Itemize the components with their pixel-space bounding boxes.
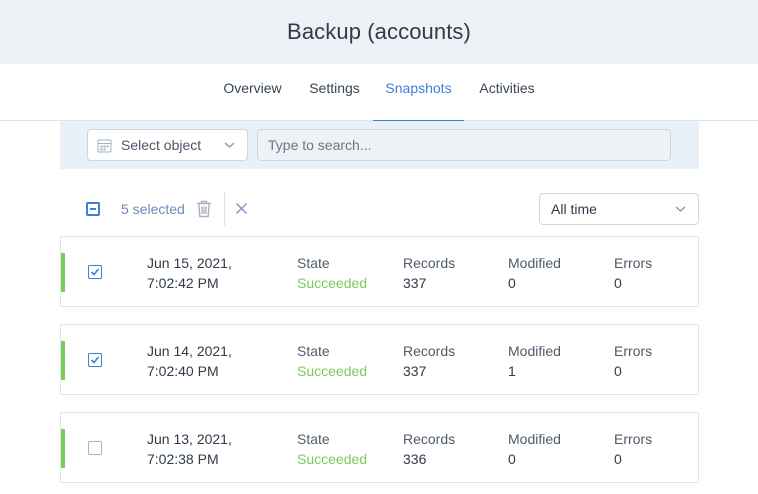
time-range-label: All time (551, 201, 597, 217)
modified-value: 1 (508, 363, 516, 379)
tab-bar: Overview Settings Snapshots Activities (0, 64, 758, 122)
state-value: Succeeded (297, 275, 368, 291)
modified-value: 0 (508, 275, 516, 291)
select-all-checkbox[interactable] (86, 202, 100, 216)
snapshot-date: Jun 14, 2021, 7:02:40 PM (147, 341, 232, 381)
snapshot-date-day: Jun 15, 2021, (147, 255, 232, 271)
state-value: Succeeded (297, 451, 368, 467)
status-indicator (61, 429, 65, 468)
tab-snapshots[interactable]: Snapshots (373, 64, 464, 122)
modified-column: Modified 0 (508, 429, 561, 469)
close-icon[interactable] (235, 202, 248, 215)
search-input[interactable] (257, 129, 671, 161)
row-checkbox[interactable] (88, 441, 102, 455)
state-label: State (297, 343, 330, 359)
snapshot-date-time: 7:02:40 PM (147, 363, 219, 379)
state-label: State (297, 431, 330, 447)
calendar-icon (97, 139, 112, 153)
chevron-down-icon (224, 142, 235, 148)
errors-column: Errors 0 (614, 253, 652, 293)
page-title: Backup (accounts) (287, 19, 471, 44)
snapshot-date-time: 7:02:42 PM (147, 275, 219, 291)
records-label: Records (403, 343, 456, 359)
selected-count: 5 selected (121, 201, 185, 217)
records-label: Records (403, 431, 456, 447)
modified-value: 0 (508, 451, 516, 467)
state-column: State Succeeded (297, 253, 367, 293)
modified-column: Modified 1 (508, 341, 561, 381)
snapshot-date: Jun 15, 2021, 7:02:42 PM (147, 253, 232, 293)
errors-value: 0 (614, 451, 622, 467)
trash-icon[interactable] (196, 200, 212, 218)
errors-value: 0 (614, 275, 622, 291)
errors-label: Errors (614, 255, 653, 271)
snapshot-date-day: Jun 13, 2021, (147, 431, 232, 447)
select-object-dropdown[interactable]: Select object (87, 129, 248, 161)
time-range-dropdown[interactable]: All time (539, 193, 699, 225)
row-checkbox[interactable] (88, 353, 102, 367)
records-value: 336 (403, 451, 427, 467)
state-column: State Succeeded (297, 341, 367, 381)
errors-column: Errors 0 (614, 341, 652, 381)
select-object-label: Select object (121, 137, 202, 153)
modified-label: Modified (508, 343, 561, 359)
tab-activities[interactable]: Activities (477, 64, 537, 121)
state-label: State (297, 255, 330, 271)
records-column: Records 336 (403, 429, 455, 469)
snapshot-row[interactable]: Jun 13, 2021, 7:02:38 PM State Succeeded… (60, 412, 699, 483)
snapshot-date-time: 7:02:38 PM (147, 451, 219, 467)
tab-overview[interactable]: Overview (222, 64, 283, 121)
tab-settings[interactable]: Settings (309, 64, 360, 121)
page-header: Backup (accounts) (0, 0, 758, 64)
records-column: Records 337 (403, 341, 455, 381)
checkmark-icon (90, 268, 100, 276)
state-value: Succeeded (297, 363, 368, 379)
row-checkbox[interactable] (88, 265, 102, 279)
errors-column: Errors 0 (614, 429, 652, 469)
modified-label: Modified (508, 431, 561, 447)
records-label: Records (403, 255, 456, 271)
errors-value: 0 (614, 363, 622, 379)
snapshot-row[interactable]: Jun 15, 2021, 7:02:42 PM State Succeeded… (60, 236, 699, 307)
snapshot-date-day: Jun 14, 2021, (147, 343, 232, 359)
records-value: 337 (403, 363, 427, 379)
snapshot-row[interactable]: Jun 14, 2021, 7:02:40 PM State Succeeded… (60, 324, 699, 395)
errors-label: Errors (614, 431, 653, 447)
checkmark-icon (90, 356, 100, 364)
modified-column: Modified 0 (508, 253, 561, 293)
snapshot-date: Jun 13, 2021, 7:02:38 PM (147, 429, 232, 469)
toolbar-divider (224, 192, 225, 226)
filter-bar: Select object (60, 121, 699, 169)
records-value: 337 (403, 275, 427, 291)
chevron-down-icon (675, 206, 686, 212)
state-column: State Succeeded (297, 429, 367, 469)
selection-toolbar: 5 selected All time (60, 192, 699, 226)
status-indicator (61, 253, 65, 292)
modified-label: Modified (508, 255, 561, 271)
errors-label: Errors (614, 343, 653, 359)
records-column: Records 337 (403, 253, 455, 293)
status-indicator (61, 341, 65, 380)
